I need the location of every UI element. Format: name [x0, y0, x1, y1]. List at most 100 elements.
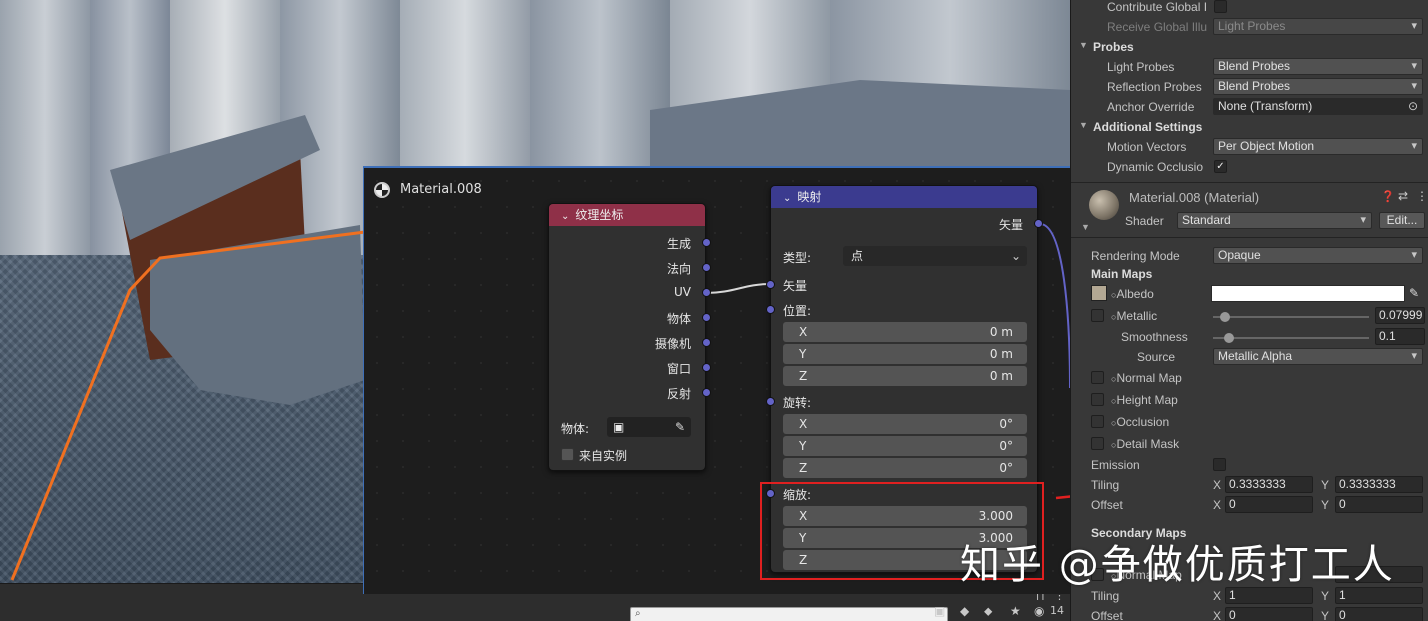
inspector-panel[interactable]: Contribute Global I Receive Global Illu …: [1070, 0, 1428, 621]
probes-section-row[interactable]: ▼ Probes: [1071, 37, 1428, 57]
normal-map-texture-slot[interactable]: [1091, 371, 1104, 384]
light-probes-label: Light Probes: [1107, 60, 1175, 74]
scene-search-field[interactable]: ⌕: [630, 607, 948, 621]
contribute-gi-checkbox[interactable]: [1214, 0, 1227, 13]
object-picker-field[interactable]: ▣ ✎: [607, 417, 691, 437]
metallic-value-field[interactable]: 0.07999: [1375, 307, 1425, 324]
tiling-x-field[interactable]: 0.3333333: [1225, 476, 1313, 493]
eye-hidden-icon[interactable]: ◉: [1034, 604, 1044, 618]
foldout-arrow-icon[interactable]: ▼: [1079, 120, 1088, 130]
secondary-offset-x-label: X: [1213, 609, 1222, 621]
emission-checkbox[interactable]: [1213, 458, 1226, 471]
metallic-slider-knob[interactable]: [1220, 312, 1231, 322]
scene-tag-icon[interactable]: ⬥: [984, 604, 992, 619]
offset-x-label: X: [1213, 498, 1222, 512]
contribute-gi-row: Contribute Global I: [1071, 0, 1428, 17]
detail-mask-texture-slot[interactable]: [1091, 437, 1104, 450]
collapse-chevron-icon[interactable]: ⌄: [783, 193, 791, 204]
socket-object[interactable]: [702, 313, 711, 322]
metallic-texture-slot[interactable]: [1091, 309, 1104, 322]
smoothness-value-field[interactable]: 0.1: [1375, 328, 1425, 345]
from-instancer-checkbox[interactable]: [561, 448, 574, 461]
receive-gi-row: Receive Global Illu Light Probes: [1071, 17, 1428, 37]
rendering-mode-dropdown[interactable]: Opaque: [1213, 247, 1423, 264]
offset-y-field[interactable]: 0: [1335, 496, 1423, 513]
foldout-arrow-icon[interactable]: ▼: [1081, 222, 1090, 232]
location-x-field[interactable]: X 0 m: [783, 322, 1027, 342]
offset-x-field[interactable]: 0: [1225, 496, 1313, 513]
rotation-z-field[interactable]: Z 0°: [783, 458, 1027, 478]
reflection-probes-dropdown[interactable]: Blend Probes: [1213, 78, 1423, 95]
tiling-y-field[interactable]: 0.3333333: [1335, 476, 1423, 493]
receive-gi-dropdown: Light Probes: [1213, 18, 1423, 35]
scene-layers-icon[interactable]: ◆: [960, 604, 969, 618]
socket-camera[interactable]: [702, 338, 711, 347]
location-z-field[interactable]: Z 0 m: [783, 366, 1027, 386]
detail-mask-row: ○Detail Mask: [1071, 434, 1428, 454]
rotation-socket[interactable]: [766, 397, 775, 406]
metallic-slider-track[interactable]: [1213, 316, 1369, 318]
scene-star-icon[interactable]: ★: [1010, 604, 1021, 618]
field-value: 0 m: [989, 347, 1013, 361]
rotation-x-field[interactable]: X 0°: [783, 414, 1027, 434]
occlusion-texture-slot[interactable]: [1091, 415, 1104, 428]
armchair[interactable]: [110, 115, 365, 405]
socket-normal[interactable]: [702, 263, 711, 272]
anchor-override-field[interactable]: None (Transform) ⊙: [1213, 98, 1423, 115]
eyedropper-icon[interactable]: ✎: [675, 417, 685, 437]
texcoord-node-title: 纹理坐标: [575, 208, 624, 222]
reflection-probes-row: Reflection Probes Blend Probes: [1071, 77, 1428, 97]
smoothness-slider-track[interactable]: [1213, 337, 1369, 339]
axis-label: Z: [799, 461, 808, 475]
edit-shader-button[interactable]: Edit...: [1379, 212, 1425, 229]
normal-map-label: ○Normal Map: [1111, 371, 1182, 385]
shader-label: Shader: [1125, 214, 1164, 228]
height-map-texture-slot[interactable]: [1091, 393, 1104, 406]
help-icon[interactable]: ❓: [1381, 190, 1395, 203]
mapping-input-vector-socket[interactable]: [766, 280, 775, 289]
location-y-field[interactable]: Y 0 m: [783, 344, 1027, 364]
texcoord-output-object: 物体: [666, 312, 691, 326]
rotation-y-field[interactable]: Y 0°: [783, 436, 1027, 456]
smoothness-slider-knob[interactable]: [1223, 333, 1234, 343]
preset-icon[interactable]: ⇄: [1398, 189, 1408, 203]
texture-coordinate-node[interactable]: ⌄ 纹理坐标 生成 法向 UV 物体 摄像机 窗口 反射 物体: ▣ ✎ 来自实例: [548, 203, 711, 471]
socket-uv[interactable]: [702, 288, 711, 297]
search-icon: ⌕: [635, 608, 641, 619]
source-dropdown[interactable]: Metallic Alpha: [1213, 348, 1423, 365]
collapse-chevron-icon[interactable]: ⌄: [561, 211, 569, 222]
vector-output-link: [1039, 223, 1071, 389]
motion-vectors-dropdown[interactable]: Per Object Motion: [1213, 138, 1423, 155]
albedo-texture-slot[interactable]: [1091, 285, 1107, 301]
dynamic-occlusion-checkbox[interactable]: ✓: [1214, 160, 1227, 173]
light-probes-dropdown[interactable]: Blend Probes: [1213, 58, 1423, 75]
mapping-type-dropdown[interactable]: 点 ⌄: [843, 246, 1027, 266]
secondary-tiling-x-label: X: [1213, 589, 1222, 603]
socket-window[interactable]: [702, 363, 711, 372]
texcoord-node-header[interactable]: ⌄ 纹理坐标: [549, 204, 705, 226]
mapping-output-socket[interactable]: [1034, 219, 1043, 228]
foldout-arrow-icon[interactable]: ▼: [1079, 40, 1088, 50]
motion-vectors-label: Motion Vectors: [1107, 140, 1187, 154]
source-label: Source: [1137, 350, 1176, 364]
divider: [1071, 237, 1428, 238]
dynamic-occlusion-label: Dynamic Occlusio: [1107, 160, 1204, 174]
mapping-node-title: 映射: [797, 190, 822, 204]
secondary-offset-y-field[interactable]: 0: [1335, 607, 1423, 621]
albedo-color-field[interactable]: [1211, 285, 1405, 302]
socket-reflection[interactable]: [702, 388, 711, 397]
location-socket[interactable]: [766, 305, 775, 314]
socket-generated[interactable]: [702, 238, 711, 247]
field-value: 0 m: [989, 325, 1013, 339]
texcoord-output-generated: 生成: [666, 237, 691, 251]
additional-settings-row[interactable]: ▼ Additional Settings: [1071, 117, 1428, 137]
axis-label: Y: [799, 347, 807, 361]
secondary-offset-x-field[interactable]: 0: [1225, 607, 1313, 621]
mapping-node-header[interactable]: ⌄ 映射: [771, 186, 1037, 208]
height-map-row: ○Height Map: [1071, 390, 1428, 410]
eyedropper-icon[interactable]: ✎: [1409, 286, 1419, 300]
more-menu-icon[interactable]: ⋮: [1416, 189, 1428, 203]
shader-dropdown[interactable]: Standard: [1177, 212, 1372, 229]
scene-filter-icon[interactable]: ▣: [934, 604, 945, 618]
object-picker-icon[interactable]: ⊙: [1408, 99, 1418, 114]
